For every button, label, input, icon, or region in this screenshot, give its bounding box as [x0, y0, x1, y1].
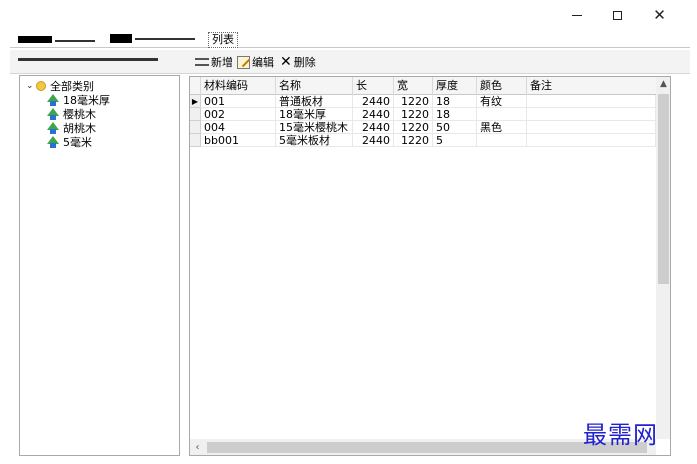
watermark-logo: 最需网 — [583, 421, 658, 449]
cell-remark[interactable] — [527, 121, 656, 134]
column-header-code[interactable]: 材料编码 — [201, 77, 276, 95]
edit-label: 编辑 — [252, 56, 274, 69]
maximize-button[interactable] — [597, 0, 637, 30]
table-row[interactable]: 004 15毫米樱桃木 2440 1220 50 黑色 — [190, 121, 656, 134]
add-label: 新增 — [211, 56, 233, 69]
tab-list[interactable]: 列表 — [208, 32, 238, 48]
column-header-width[interactable]: 宽 — [394, 77, 433, 95]
close-icon: ✕ — [653, 6, 666, 24]
row-header — [190, 121, 201, 134]
cell-thickness[interactable]: 5 — [433, 134, 477, 147]
cell-name[interactable]: 普通板材 — [276, 95, 353, 108]
table-row[interactable]: bb001 5毫米板材 2440 1220 5 — [190, 134, 656, 147]
cell-remark[interactable] — [527, 95, 656, 108]
cell-name[interactable]: 5毫米板材 — [276, 134, 353, 147]
category-tree[interactable]: ⌄ 全部类别 18毫米厚 樱桃木 胡桃木 5毫米 — [19, 75, 180, 456]
column-header-remark[interactable]: 备注 — [527, 77, 656, 95]
redacted-toolbar-text — [18, 58, 158, 61]
cell-color[interactable]: 有纹 — [477, 95, 527, 108]
category-icon — [46, 122, 60, 134]
scroll-left-icon[interactable]: ‹ — [190, 439, 205, 455]
cell-remark[interactable] — [527, 134, 656, 147]
grid-header: 材料编码 名称 长 宽 厚度 颜色 备注 — [190, 77, 656, 95]
cell-width[interactable]: 1220 — [394, 95, 433, 108]
vertical-scrollbar[interactable]: ▲ — [656, 77, 670, 439]
table-row[interactable]: 002 18毫米厚 2440 1220 18 — [190, 108, 656, 121]
application-window: ✕ 列表 新增 编辑 ✕ 删除 ⌄ 全部类别 18毫米厚 樱桃木 胡桃木 5毫米… — [0, 0, 697, 464]
cell-code[interactable]: 002 — [201, 108, 276, 121]
cell-thickness[interactable]: 18 — [433, 108, 477, 121]
column-header-thickness[interactable]: 厚度 — [433, 77, 477, 95]
cell-thickness[interactable]: 50 — [433, 121, 477, 134]
scroll-up-icon[interactable]: ▲ — [656, 77, 670, 92]
cell-code[interactable]: 001 — [201, 95, 276, 108]
cell-color[interactable]: 黑色 — [477, 121, 527, 134]
cell-length[interactable]: 2440 — [353, 95, 394, 108]
minimize-icon — [572, 14, 582, 16]
category-icon — [46, 108, 60, 120]
toolbar: 新增 编辑 ✕ 删除 — [10, 50, 690, 74]
delete-button[interactable]: ✕ 删除 — [280, 54, 316, 70]
table-row[interactable]: ▶ 001 普通板材 2440 1220 18 有纹 — [190, 95, 656, 108]
materials-grid[interactable]: 材料编码 名称 长 宽 厚度 颜色 备注 ▶ 001 普通板材 2440 122… — [189, 76, 671, 456]
close-button[interactable]: ✕ — [637, 0, 682, 30]
cell-name[interactable]: 18毫米厚 — [276, 108, 353, 121]
edit-icon — [237, 55, 250, 69]
cell-color[interactable] — [477, 108, 527, 121]
row-header — [190, 108, 201, 121]
current-row-indicator-icon: ▶ — [190, 95, 201, 108]
tree-node-root[interactable]: ⌄ 全部类别 — [26, 79, 94, 93]
cell-width[interactable]: 1220 — [394, 121, 433, 134]
row-header — [190, 134, 201, 147]
cell-remark[interactable] — [527, 108, 656, 121]
cell-length[interactable]: 2440 — [353, 134, 394, 147]
column-header-color[interactable]: 颜色 — [477, 77, 527, 95]
vertical-scroll-thumb[interactable] — [658, 94, 669, 284]
category-icon — [46, 94, 60, 106]
folder-icon — [36, 81, 46, 91]
column-header-name[interactable]: 名称 — [276, 77, 353, 95]
edit-button[interactable]: 编辑 — [237, 54, 274, 70]
cell-length[interactable]: 2440 — [353, 108, 394, 121]
horizontal-scroll-thumb[interactable] — [207, 442, 647, 453]
column-header-length[interactable]: 长 — [353, 77, 394, 95]
delete-label: 删除 — [293, 56, 316, 69]
tree-node-child[interactable]: 5毫米 — [46, 135, 92, 149]
tree-node-child[interactable]: 樱桃木 — [46, 107, 96, 121]
cell-name[interactable]: 15毫米樱桃木 — [276, 121, 353, 134]
tree-node-child[interactable]: 18毫米厚 — [46, 93, 110, 107]
cell-width[interactable]: 1220 — [394, 108, 433, 121]
tab-bar: 列表 — [10, 30, 690, 48]
maximize-icon — [612, 10, 622, 20]
chevron-down-icon[interactable]: ⌄ — [26, 81, 36, 91]
tree-node-label: 5毫米 — [63, 136, 92, 149]
header-row-marker — [190, 77, 201, 95]
cell-length[interactable]: 2440 — [353, 121, 394, 134]
cell-code[interactable]: 004 — [201, 121, 276, 134]
add-icon — [195, 58, 209, 66]
tree-node-child[interactable]: 胡桃木 — [46, 121, 96, 135]
title-bar: ✕ — [0, 0, 697, 30]
cell-color[interactable] — [477, 134, 527, 147]
cell-code[interactable]: bb001 — [201, 134, 276, 147]
minimize-button[interactable] — [557, 0, 597, 30]
delete-icon: ✕ — [280, 54, 292, 70]
add-button[interactable]: 新增 — [195, 54, 233, 70]
cell-width[interactable]: 1220 — [394, 134, 433, 147]
cell-thickness[interactable]: 18 — [433, 95, 477, 108]
category-icon — [46, 136, 60, 148]
